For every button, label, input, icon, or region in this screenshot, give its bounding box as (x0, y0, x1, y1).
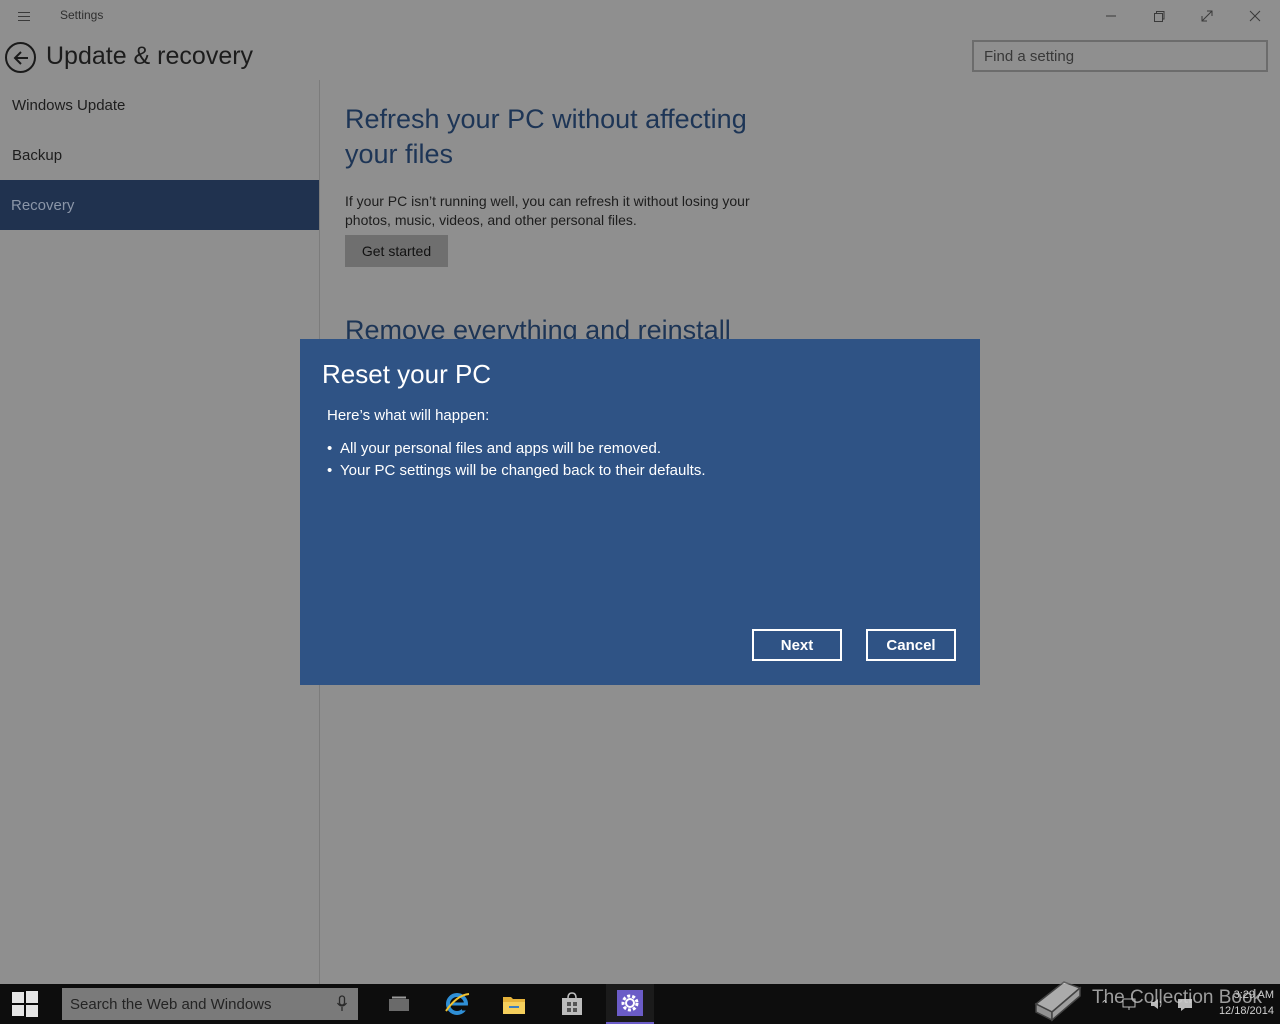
back-arrow-icon (13, 50, 28, 65)
restore-button[interactable] (1136, 0, 1182, 32)
watermark: The Collection Book (1030, 972, 1280, 1024)
windows-logo-icon (12, 991, 38, 1017)
expand-icon (1201, 10, 1213, 22)
gear-icon (617, 990, 643, 1016)
start-button[interactable] (0, 984, 50, 1024)
list-item: • Your PC settings will be changed back t… (327, 460, 706, 482)
minimize-button[interactable] (1088, 0, 1134, 32)
folder-icon (503, 997, 525, 1014)
sidebar-item-recovery[interactable]: Recovery (0, 180, 319, 230)
fullscreen-button[interactable] (1184, 0, 1230, 32)
sidebar-item-backup[interactable]: Backup (0, 130, 319, 180)
list-item-text: Your PC settings will be changed back to… (340, 462, 706, 479)
book-logo-icon (1034, 981, 1082, 1022)
find-setting-search-input[interactable] (972, 40, 1268, 72)
close-button[interactable] (1232, 0, 1278, 32)
list-item-text: All your personal files and apps will be… (340, 440, 661, 457)
internet-explorer-button[interactable] (433, 984, 481, 1024)
reset-pc-dialog: Reset your PC Here’s what will happen: •… (300, 339, 980, 685)
taskbar-search-placeholder: Search the Web and Windows (70, 995, 272, 1013)
internet-explorer-icon (445, 993, 470, 1015)
file-explorer-button[interactable] (490, 984, 538, 1024)
store-bag-icon (562, 992, 582, 1015)
bullet-icon: • (327, 462, 333, 479)
list-item: • All your personal files and apps will b… (327, 438, 706, 460)
store-button[interactable] (548, 984, 596, 1024)
get-started-button[interactable]: Get started (345, 235, 448, 267)
title-bar: Settings (0, 0, 1280, 32)
sidebar: Windows Update Backup Recovery (0, 80, 320, 984)
dialog-intro: Here’s what will happen: (327, 407, 490, 424)
close-icon (1249, 10, 1261, 22)
refresh-section-title: Refresh your PC without affecting your f… (345, 104, 747, 169)
dialog-title: Reset your PC (322, 359, 492, 389)
hamburger-menu-icon[interactable] (14, 6, 34, 26)
microphone-icon[interactable] (336, 995, 348, 1013)
page-header: Update & recovery (0, 32, 1280, 80)
task-view-icon (389, 996, 409, 1011)
minimize-icon (1106, 15, 1116, 17)
page-title: Update & recovery (46, 42, 254, 70)
watermark-text: The Collection Book (1092, 987, 1263, 1008)
cancel-button[interactable]: Cancel (866, 629, 956, 661)
task-view-button[interactable] (375, 984, 423, 1024)
bullet-icon: • (327, 440, 333, 457)
refresh-section-description: If your PC isn’t running well, you can r… (345, 193, 750, 228)
dialog-consequence-list: • All your personal files and apps will b… (327, 438, 706, 482)
app-title: Settings (60, 8, 104, 22)
taskbar-search-box[interactable]: Search the Web and Windows (62, 988, 358, 1020)
back-button[interactable] (5, 42, 36, 73)
restore-icon (1154, 11, 1165, 22)
next-button[interactable]: Next (752, 629, 842, 661)
sidebar-item-windows-update[interactable]: Windows Update (0, 80, 319, 130)
settings-app-button[interactable] (606, 984, 654, 1024)
